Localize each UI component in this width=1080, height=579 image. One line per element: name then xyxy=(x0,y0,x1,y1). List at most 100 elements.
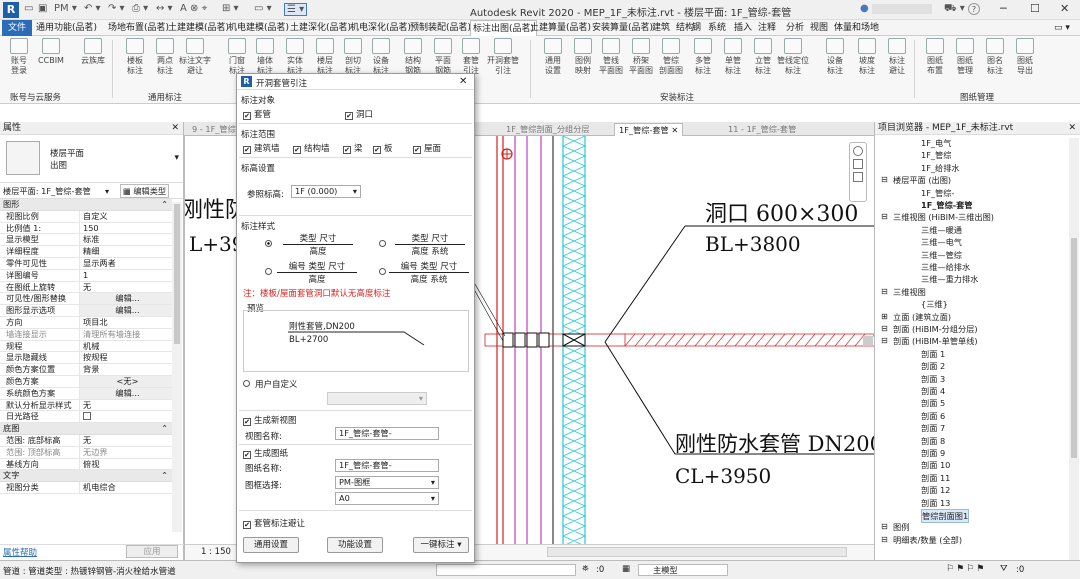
menu-4[interactable]: 机电建模(品茗) xyxy=(228,20,289,36)
sun-path-checkbox[interactable] xyxy=(83,412,91,421)
menu-19[interactable]: 体量和场地 xyxy=(834,20,879,36)
collapse-icon[interactable]: ⌃ xyxy=(161,199,168,211)
expand-icon[interactable]: ⊞ xyxy=(881,311,888,321)
design-options-icon[interactable]: ▦ xyxy=(622,564,630,574)
ribbon-button-2[interactable]: 云族库 xyxy=(78,38,108,66)
collapse-icon[interactable]: ⌃ xyxy=(161,470,168,482)
collapse-icon[interactable]: ⌃ xyxy=(161,423,168,435)
workset-selector[interactable] xyxy=(436,564,576,576)
measure-icon[interactable]: ↔ ▾ xyxy=(156,3,173,14)
zoom-region-icon[interactable] xyxy=(853,172,863,182)
avoid-checkbox[interactable]: ✔ 套管标注避让 xyxy=(243,517,305,529)
browser-item[interactable]: 1F_管综- xyxy=(921,187,954,199)
help-icon[interactable]: ? xyxy=(968,3,980,15)
browser-item[interactable]: 三维—给排水 xyxy=(921,261,970,273)
close-hidden-icon[interactable]: ☰ ▾ xyxy=(284,3,308,16)
expand-icon[interactable]: ⊟ xyxy=(881,286,888,296)
tab-view-11[interactable]: 11 - 1F_管综-套管 xyxy=(724,123,800,136)
close-button[interactable]: ✕ xyxy=(1060,2,1069,15)
browser-item[interactable]: 明细表/数量 (全部) xyxy=(893,534,962,546)
properties-help-link[interactable]: 属性帮助 xyxy=(3,546,37,558)
browser-item[interactable]: 剖面 (HiBIM-分组分层) xyxy=(893,323,978,335)
browser-item[interactable]: 三维视图 xyxy=(893,286,926,298)
ribbon-button-5[interactable]: 标注文字 避让 xyxy=(179,38,211,76)
browser-item[interactable]: 楼层平面 (出图) xyxy=(893,174,951,186)
selection-filter-icons[interactable]: ⚐⚑⚐⚑ xyxy=(946,564,986,574)
expand-icon[interactable]: ⊟ xyxy=(881,174,888,184)
property-value[interactable]: <无> xyxy=(80,375,172,387)
browser-item[interactable]: 剖面 12 xyxy=(921,484,950,496)
range-slab-checkbox[interactable]: ✔ 板 xyxy=(373,142,393,154)
target-hole-checkbox[interactable]: ✔ 洞口 xyxy=(345,108,373,120)
browser-item[interactable]: 三维—重力排水 xyxy=(921,273,978,285)
print-icon[interactable]: ⎙ ▾ xyxy=(132,3,148,14)
browser-item[interactable]: 剖面 9 xyxy=(921,447,945,459)
new-sheet-checkbox[interactable]: ✔ 生成图纸 xyxy=(243,447,288,459)
expand-icon[interactable]: ⊟ xyxy=(881,335,888,345)
style-radio-4[interactable] xyxy=(379,268,386,275)
browser-item[interactable]: 立面 (建筑立面) xyxy=(893,311,951,323)
menu-11[interactable]: 建筑 xyxy=(652,20,670,36)
custom-select[interactable]: ▾ xyxy=(327,392,427,405)
dialog-titlebar[interactable]: R 开洞套管引注 ✕ xyxy=(237,74,474,90)
zoom-icon[interactable] xyxy=(853,159,863,169)
browser-item[interactable]: 剖面 10 xyxy=(921,459,950,471)
steering-wheel-icon[interactable] xyxy=(853,146,863,156)
browser-item[interactable]: 三维视图 (HiBIM-三维出图) xyxy=(893,211,994,223)
chevron-down-icon[interactable]: ▾ xyxy=(174,153,179,163)
browser-item[interactable]: 1F_管综-套管 xyxy=(921,199,973,211)
range-beam-checkbox[interactable]: ✔ 梁 xyxy=(343,142,363,154)
custom-radio[interactable] xyxy=(243,380,250,387)
view-selector[interactable]: 楼层平面: 1F_管综-套管 xyxy=(3,186,91,196)
browser-item[interactable]: 1F_电气 xyxy=(921,137,951,149)
browser-item[interactable]: 1F_管综 xyxy=(921,149,951,161)
browser-item[interactable]: 1F_给排水 xyxy=(921,162,960,174)
browser-item[interactable]: 剖面 (HiBIM-单管单线) xyxy=(893,335,978,347)
redo-icon[interactable]: ↷ ▾ xyxy=(108,3,125,14)
chevron-down-icon[interactable]: ▾ xyxy=(105,183,109,199)
scrollbar-thumb[interactable] xyxy=(174,204,180,344)
ribbon-button-27[interactable]: 标注 避让 xyxy=(882,38,912,76)
close-icon[interactable]: ✕ xyxy=(459,76,467,87)
menu-2[interactable]: 场地布置(品茗) xyxy=(108,20,169,36)
browser-item[interactable]: 管综剖面图1 xyxy=(921,509,970,523)
target-sleeve-checkbox[interactable]: ✔ 套管 xyxy=(243,108,271,120)
model-selector[interactable]: 主模型 xyxy=(638,564,728,576)
save-icon[interactable]: ▣ xyxy=(38,3,47,14)
function-settings-button[interactable]: 功能设置 xyxy=(327,537,383,553)
browser-scrollbar[interactable] xyxy=(1069,138,1079,568)
minimize-button[interactable]: ─ xyxy=(1000,2,1007,15)
sleeve-level-annotation[interactable]: CL+3950 xyxy=(675,464,771,488)
new-view-checkbox[interactable]: ✔ 生成新视图 xyxy=(243,414,297,426)
browser-item[interactable]: 剖面 8 xyxy=(921,435,945,447)
menu-16[interactable]: 注释 xyxy=(758,20,776,36)
horizontal-scrollbar[interactable] xyxy=(547,547,847,557)
expand-icon[interactable]: ⊟ xyxy=(881,211,888,221)
menu-5[interactable]: 土建深化(品茗) xyxy=(290,20,351,36)
property-section[interactable]: 图形 ⌃ xyxy=(0,199,172,211)
ribbon-button-1[interactable]: CCBIM xyxy=(36,38,66,66)
properties-scrollbar[interactable] xyxy=(172,202,182,532)
tab-section-group[interactable]: 1F_管综剖面_分组分层 xyxy=(502,123,594,136)
view-name-input[interactable]: 1F_管综-套管- xyxy=(335,427,439,440)
style-radio-2[interactable] xyxy=(379,240,386,247)
menu-10[interactable]: 安装算量(品茗) xyxy=(592,20,653,36)
ribbon-button-24[interactable]: 管线定位 标注 xyxy=(777,38,809,76)
one-click-annotate-button[interactable]: 一键标注 ▾ xyxy=(413,537,469,553)
browser-item[interactable]: 剖面 7 xyxy=(921,422,945,434)
expand-icon[interactable]: ⊟ xyxy=(881,534,888,544)
edit-requests-icon[interactable]: ⛯ xyxy=(582,564,589,574)
menu-13[interactable]: 钢 xyxy=(692,20,701,36)
browser-item[interactable]: {三维} xyxy=(921,298,948,310)
property-section[interactable]: 文字 ⌃ xyxy=(0,470,172,483)
view-scale[interactable]: 1 : 150 xyxy=(201,547,231,557)
ribbon-button-15[interactable]: 开洞套管 引注 xyxy=(487,38,519,76)
range-roof-checkbox[interactable]: ✔ 屋面 xyxy=(413,142,441,154)
menu-1[interactable]: 通用功能(品茗) xyxy=(36,20,97,36)
close-icon[interactable]: ✕ xyxy=(171,122,179,135)
browser-item[interactable]: 剖面 5 xyxy=(921,397,945,409)
undo-icon[interactable]: ↶ ▾ xyxy=(84,3,101,14)
browser-item[interactable]: 剖面 6 xyxy=(921,410,945,422)
edit-type-button[interactable]: ▦ 编辑类型 xyxy=(120,184,170,198)
browser-item[interactable]: 剖面 13 xyxy=(921,497,950,509)
